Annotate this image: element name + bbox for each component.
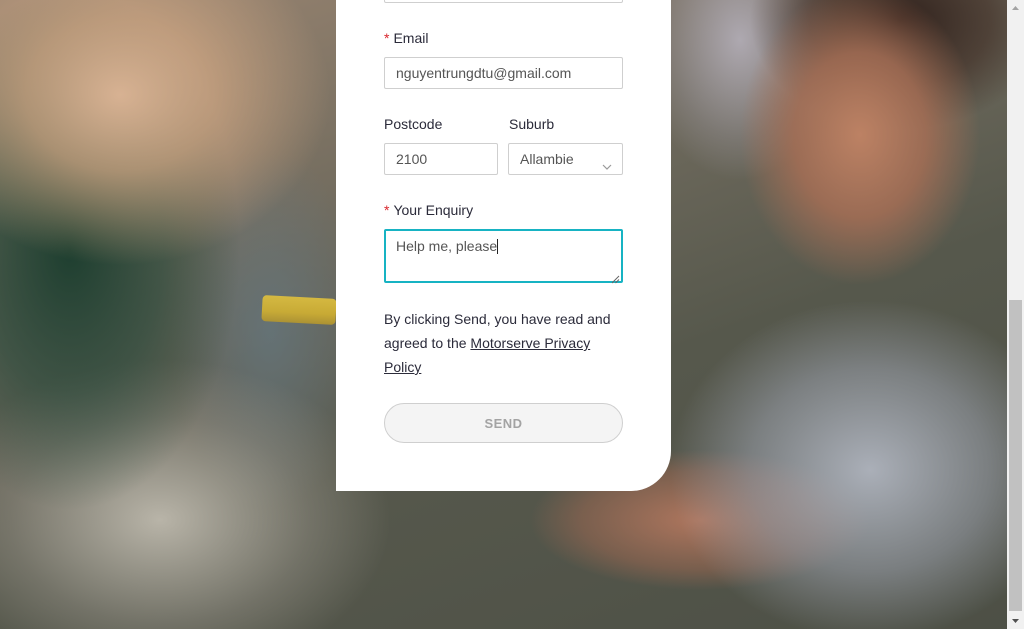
privacy-notice: By clicking Send, you have read and agre… (384, 307, 624, 379)
email-label: * Email (384, 30, 428, 46)
email-required-mark: * (384, 30, 390, 46)
postcode-value: 2100 (396, 151, 428, 167)
resize-grip-icon[interactable] (611, 271, 620, 284)
suburb-select[interactable]: Allambie (508, 143, 623, 175)
background-pencil (261, 295, 337, 325)
postcode-field[interactable]: 2100 (384, 143, 498, 175)
page-scrollbar[interactable] (1007, 0, 1024, 629)
suburb-selected-value: Allambie (520, 151, 574, 167)
suburb-label: Suburb (509, 116, 555, 132)
email-label-text: Email (393, 30, 429, 46)
email-field[interactable]: nguyentrungdtu@gmail.com (384, 57, 623, 89)
text-caret (497, 239, 499, 254)
previous-input-field[interactable] (384, 0, 623, 3)
enquiry-value: Help me, please (396, 238, 498, 254)
enquiry-label: * Your Enquiry (384, 202, 473, 218)
chevron-down-icon (602, 152, 612, 170)
scrollbar-thumb[interactable] (1009, 300, 1022, 611)
arrow-up-icon[interactable] (1007, 0, 1024, 17)
email-value: nguyentrungdtu@gmail.com (396, 65, 572, 81)
enquiry-textarea[interactable]: Help me, please (384, 229, 623, 284)
arrow-down-icon[interactable] (1007, 612, 1024, 629)
page-viewport: * Email nguyentrungdtu@gmail.com Postcode… (0, 0, 1024, 629)
enquiry-required-mark: * (384, 202, 390, 218)
postcode-label: Postcode (384, 116, 443, 132)
enquiry-label-text: Your Enquiry (393, 202, 474, 218)
send-button[interactable]: SEND (384, 403, 623, 443)
